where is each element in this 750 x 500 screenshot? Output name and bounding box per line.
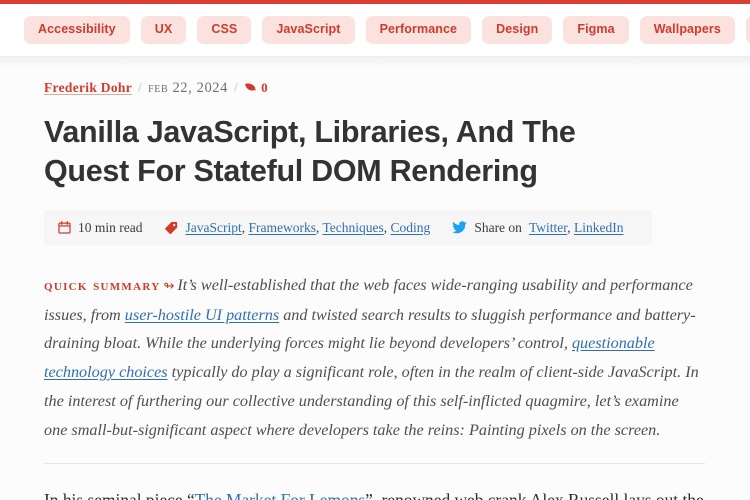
category-pill-react[interactable]: React bbox=[745, 16, 750, 44]
category-pill-javascript[interactable]: JavaScript bbox=[262, 16, 355, 44]
article-tags-group: JavaScript, Frameworks, Techniques, Codi… bbox=[164, 220, 430, 236]
link-the-market-for-lemons[interactable]: The Market For Lemons bbox=[195, 490, 365, 500]
meta-tag-techniques[interactable]: Techniques bbox=[323, 220, 384, 235]
tag-separator: , bbox=[383, 219, 391, 235]
category-pill-performance[interactable]: Performance bbox=[365, 16, 472, 44]
comment-count-link[interactable]: 0 bbox=[244, 80, 268, 96]
paragraph-text-1: In his seminal piece “ bbox=[44, 489, 195, 500]
share-prefix: Share on bbox=[474, 219, 522, 235]
calendar-icon bbox=[58, 221, 71, 234]
article-page: Frederik Dohr / Feb 22, 2024 / 0 Vanilla… bbox=[0, 57, 750, 500]
article-container: Frederik Dohr / Feb 22, 2024 / 0 Vanilla… bbox=[0, 57, 750, 500]
byline-separator-2: / bbox=[234, 80, 239, 95]
read-time-group: 10 min read bbox=[58, 220, 142, 236]
tag-icon bbox=[165, 221, 178, 234]
quick-summary: Quick Summary ↬ It’s well-established that… bbox=[44, 271, 705, 445]
read-time-label: 10 min read bbox=[78, 219, 143, 235]
share-separator: , bbox=[567, 219, 574, 235]
meta-tag-frameworks[interactable]: Frameworks bbox=[248, 220, 316, 235]
share-links: Twitter, LinkedIn bbox=[529, 220, 624, 236]
tag-links: JavaScript, Frameworks, Techniques, Codi… bbox=[185, 220, 430, 236]
meta-tag-javascript[interactable]: JavaScript bbox=[185, 220, 241, 235]
first-paragraph: In his seminal piece “The Market For Lem… bbox=[44, 485, 705, 500]
category-pill-accessibility[interactable]: Accessibility bbox=[24, 16, 130, 44]
byline: Frederik Dohr / Feb 22, 2024 / 0 bbox=[44, 79, 705, 97]
quick-summary-arrow-icon: ↬ bbox=[163, 278, 175, 294]
article-title: Vanilla JavaScript, Libraries, And The Q… bbox=[44, 115, 576, 189]
quick-summary-label: Quick Summary bbox=[44, 277, 161, 295]
category-pill-design[interactable]: Design bbox=[482, 16, 553, 44]
share-link-linkedin[interactable]: LinkedIn bbox=[574, 220, 624, 235]
article-meta-bar: 10 min read JavaScript, Frameworks, Tech… bbox=[44, 210, 652, 246]
comment-icon bbox=[245, 82, 257, 91]
twitter-icon bbox=[452, 221, 467, 234]
summary-link-user-hostile-ui-patterns[interactable]: user-hostile UI patterns bbox=[125, 306, 279, 324]
comment-count: 0 bbox=[261, 80, 268, 95]
meta-tag-coding[interactable]: Coding bbox=[391, 220, 431, 235]
content-divider bbox=[44, 462, 705, 464]
share-group: Share on Twitter, LinkedIn bbox=[452, 220, 623, 236]
category-pill-css[interactable]: CSS bbox=[197, 16, 252, 44]
share-link-twitter[interactable]: Twitter bbox=[529, 220, 567, 235]
publish-date: Feb 22, 2024 bbox=[148, 79, 228, 96]
byline-separator-1: / bbox=[138, 80, 143, 95]
category-pill-wallpapers[interactable]: Wallpapers bbox=[639, 16, 735, 44]
author-link[interactable]: Frederik Dohr bbox=[44, 80, 132, 96]
category-pill-ux[interactable]: UX bbox=[140, 16, 187, 44]
category-tag-bar: Accessibility UX CSS JavaScript Performance D… bbox=[0, 4, 750, 57]
category-pill-figma[interactable]: Figma bbox=[563, 16, 629, 44]
paragraph-text-2: ”, renowned web crank Alex Russell lays … bbox=[365, 489, 704, 500]
